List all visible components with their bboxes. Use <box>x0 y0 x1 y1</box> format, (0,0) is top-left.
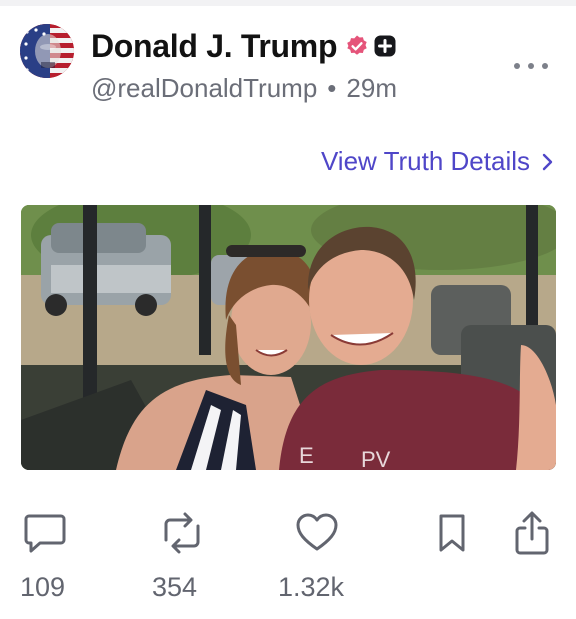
chevron-right-icon <box>542 153 553 170</box>
author-name-row: Donald J. Trump <box>91 26 397 66</box>
svg-text:E: E <box>299 443 314 468</box>
post-timestamp: 29m <box>346 73 397 103</box>
plus-badge-icon <box>374 35 396 57</box>
more-dot-icon <box>542 63 548 69</box>
comment-icon <box>24 514 66 553</box>
author-avatar[interactable] <box>20 24 74 78</box>
heart-icon <box>296 513 338 551</box>
repost-icon <box>164 512 200 554</box>
view-truth-details-label: View Truth Details <box>320 146 530 176</box>
more-dot-icon <box>528 63 534 69</box>
verified-badge-icon <box>347 35 367 55</box>
bookmark-icon <box>439 514 465 552</box>
flag-portrait-icon <box>20 24 74 78</box>
author-handle[interactable]: @realDonaldTrump <box>91 73 317 104</box>
meta-separator: • <box>327 73 337 103</box>
selfie-photo-image: E PV <box>21 205 556 470</box>
like-count: 1.32k <box>278 572 345 602</box>
post-actions-bar: 109 354 1.32k <box>0 510 576 610</box>
share-button[interactable] <box>512 510 552 561</box>
reply-count: 109 <box>20 572 66 602</box>
author-meta: @realDonaldTrump • 29m <box>91 73 397 104</box>
retruth-count: 354 <box>152 572 198 602</box>
top-divider <box>0 0 576 6</box>
share-icon <box>515 511 549 555</box>
post-media-photo[interactable]: E PV <box>21 205 556 470</box>
more-options-button[interactable] <box>514 58 550 74</box>
author-display-name[interactable]: Donald J. Trump <box>91 28 338 65</box>
more-dot-icon <box>514 63 520 69</box>
bookmark-button[interactable] <box>436 510 468 561</box>
view-truth-details-link[interactable]: View Truth Details <box>321 146 554 177</box>
svg-text:PV: PV <box>361 447 391 470</box>
